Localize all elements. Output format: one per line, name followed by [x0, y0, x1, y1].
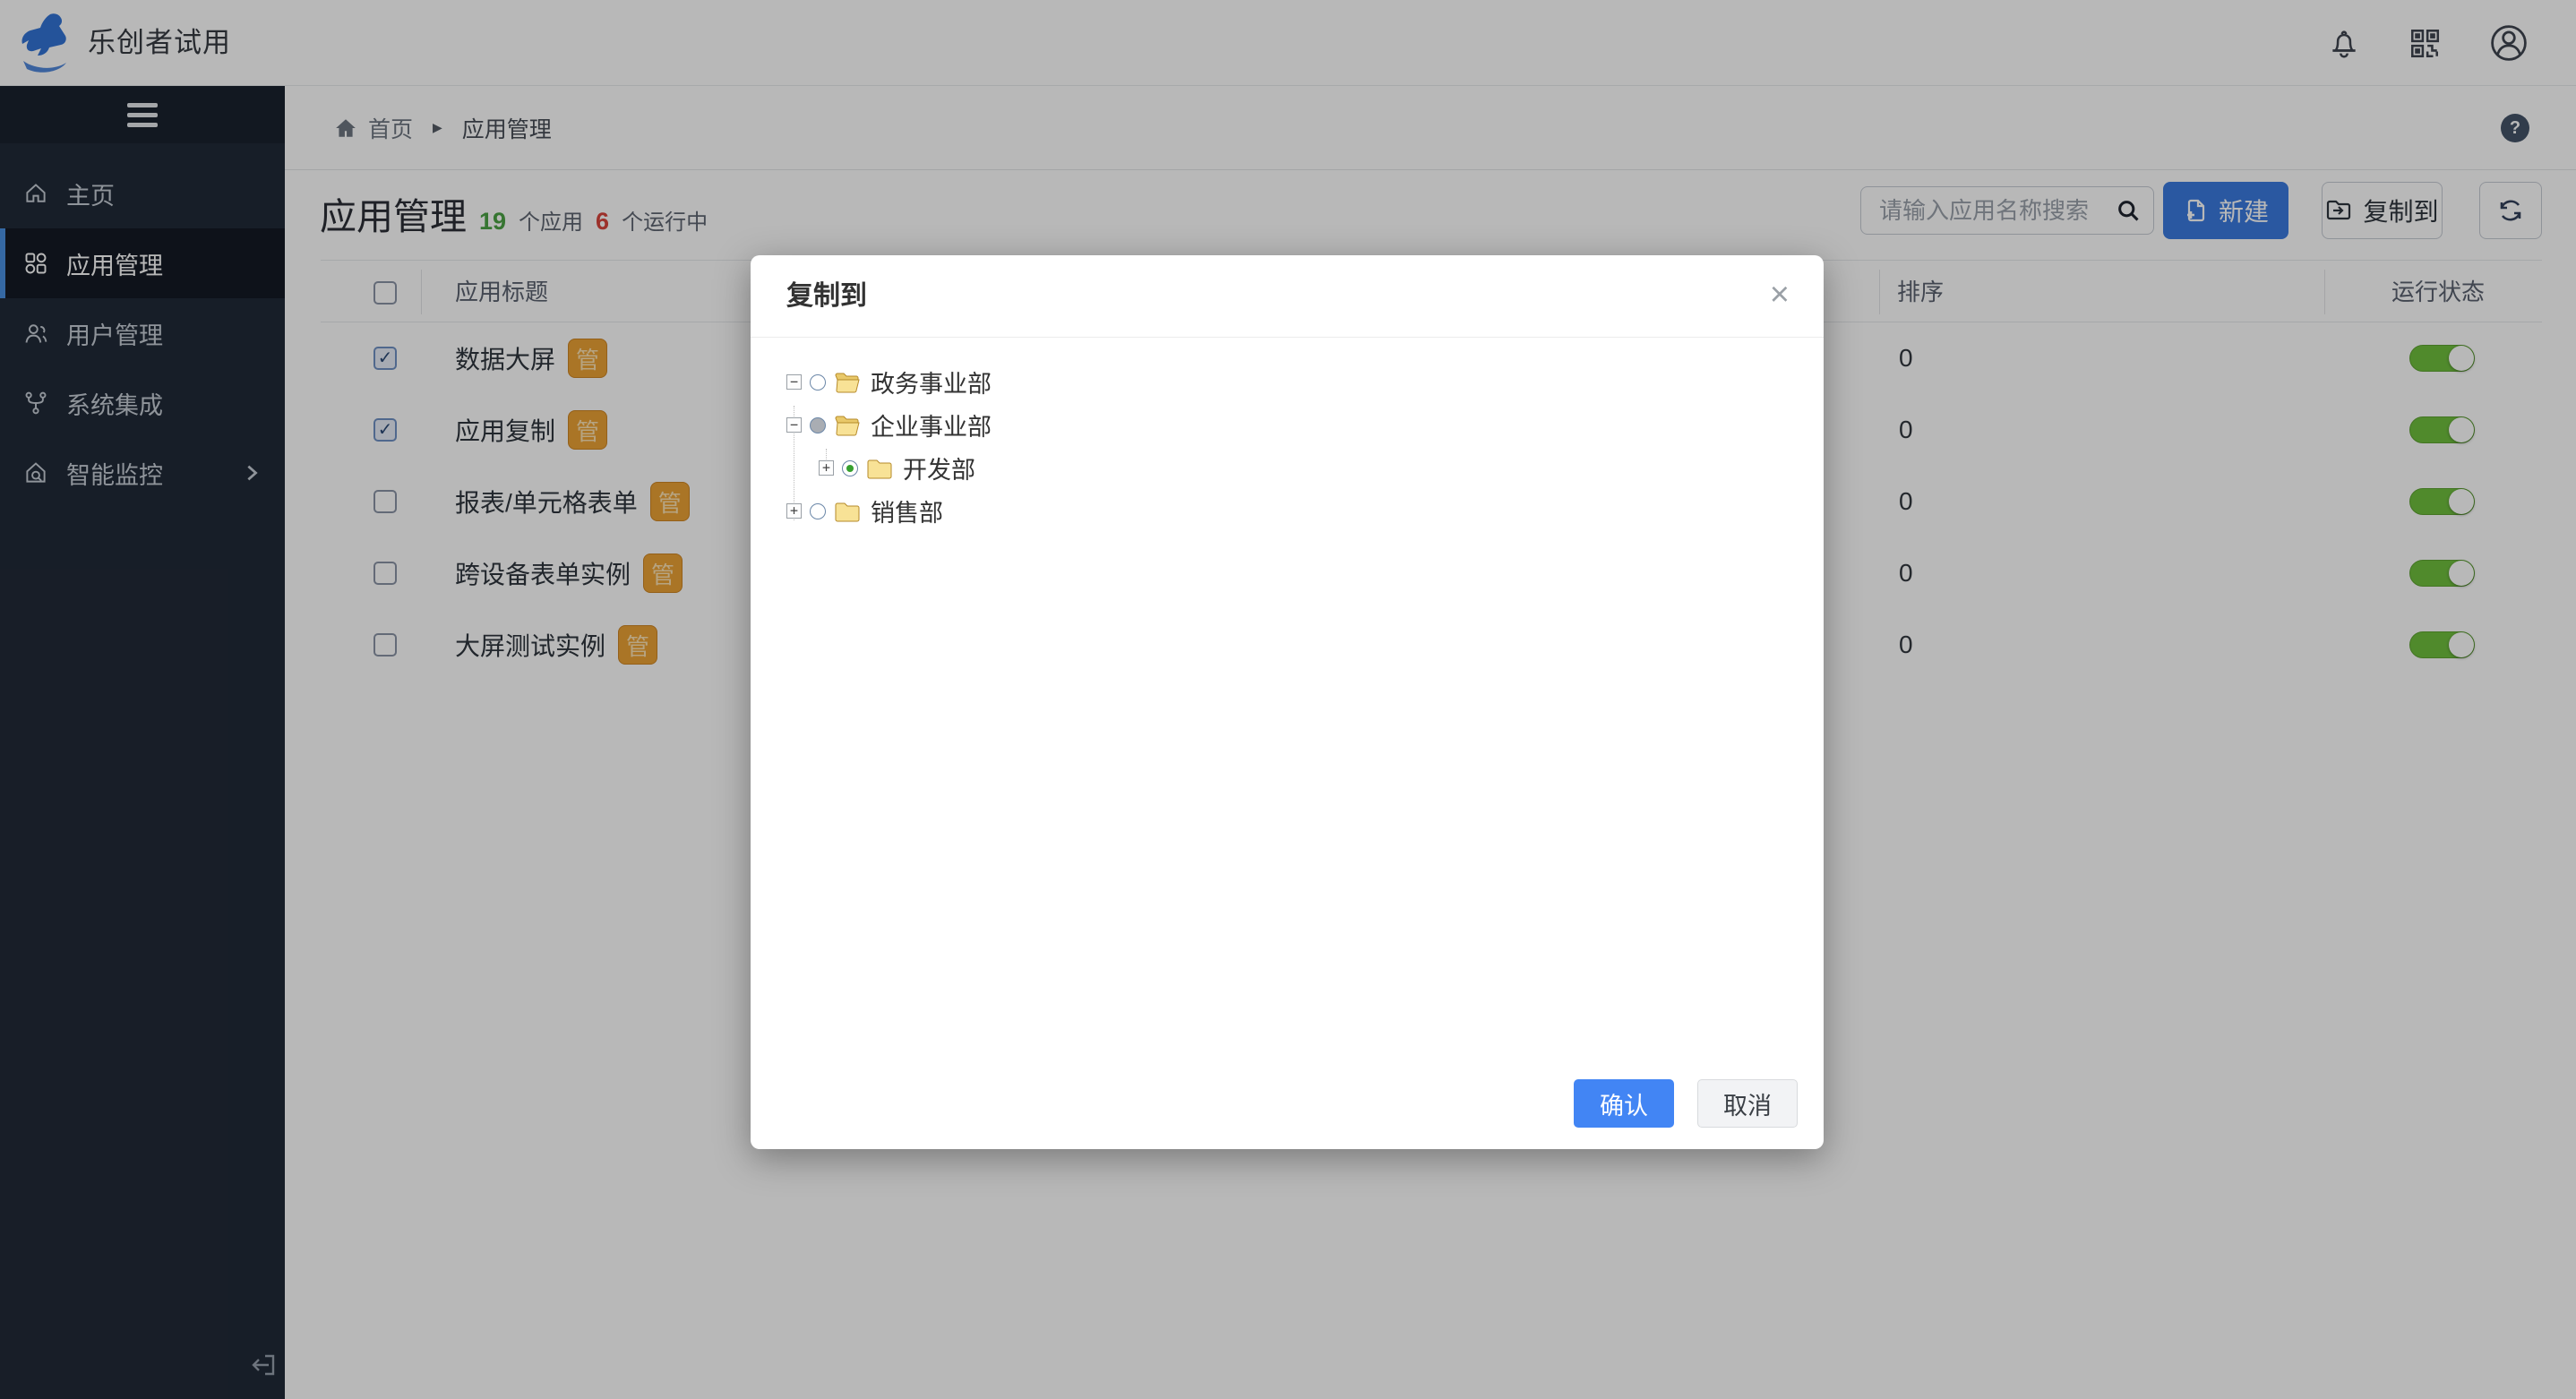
tree-node: + 销售部	[786, 494, 943, 528]
tree-node-label[interactable]: 政务事业部	[871, 365, 992, 399]
close-icon[interactable]: ×	[1770, 255, 1790, 338]
department-tree: − 政务事业部 − 企	[751, 338, 1824, 1060]
cancel-button[interactable]: 取消	[1697, 1079, 1798, 1128]
folder-closed-icon	[866, 458, 893, 479]
copy-to-modal: 复制到 × − 政务事业部 −	[751, 255, 1824, 1149]
tree-collapse-icon[interactable]: −	[786, 417, 802, 433]
tree-node: − 政务事业部	[786, 365, 992, 399]
tree-collapse-icon[interactable]: −	[786, 374, 802, 390]
tree-node: + 开发部	[819, 451, 975, 485]
tree-radio-selected[interactable]	[842, 460, 858, 476]
tree-node-label[interactable]: 开发部	[903, 451, 975, 485]
tree-node-label[interactable]: 销售部	[871, 494, 943, 528]
folder-open-icon	[834, 415, 861, 436]
tree-radio[interactable]	[810, 374, 826, 391]
modal-title: 复制到	[786, 255, 867, 338]
tree-node-label[interactable]: 企业事业部	[871, 408, 992, 442]
folder-open-icon	[834, 372, 861, 393]
confirm-button[interactable]: 确认	[1574, 1079, 1674, 1128]
tree-expand-icon[interactable]: +	[819, 460, 834, 476]
tree-node: − 企业事业部	[786, 408, 992, 442]
folder-closed-icon	[834, 501, 861, 522]
app-window: 乐创者试用	[0, 0, 2576, 1399]
tree-expand-icon[interactable]: +	[786, 503, 802, 519]
tree-radio-partial[interactable]	[810, 417, 826, 433]
modal-header: 复制到 ×	[751, 255, 1824, 338]
tree-radio[interactable]	[810, 503, 826, 519]
